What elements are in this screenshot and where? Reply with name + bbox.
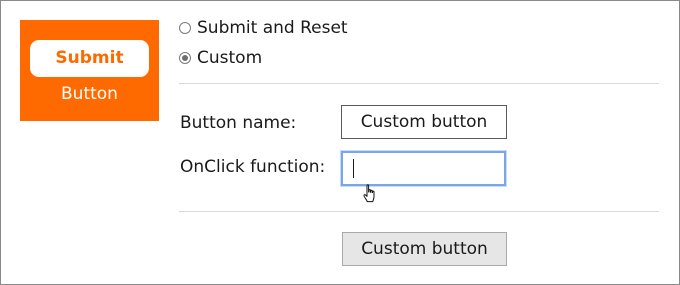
onclick-function-input[interactable] [341, 151, 506, 186]
tile-submit-pill: Submit [30, 40, 149, 77]
radio-label: Submit and Reset [197, 18, 348, 38]
tile-caption: Button [61, 84, 118, 104]
text-caret [353, 159, 354, 178]
radio-selected-icon[interactable] [179, 52, 191, 64]
button-name-label: Button name: [180, 113, 297, 133]
dialog-frame: Submit Button Submit and Reset Custom Bu… [0, 0, 680, 285]
hand-pointer-icon [363, 184, 375, 203]
divider [179, 83, 659, 84]
divider [179, 211, 659, 212]
onclick-function-label: OnClick function: [180, 157, 326, 177]
radio-custom[interactable]: Custom [179, 47, 262, 69]
custom-button-preview[interactable]: Custom button [342, 232, 507, 266]
radio-icon[interactable] [179, 22, 191, 34]
button-name-field[interactable]: Custom button [341, 105, 507, 139]
button-type-tile[interactable]: Submit Button [20, 20, 159, 121]
radio-label: Custom [197, 48, 263, 68]
radio-submit-and-reset[interactable]: Submit and Reset [179, 17, 348, 39]
